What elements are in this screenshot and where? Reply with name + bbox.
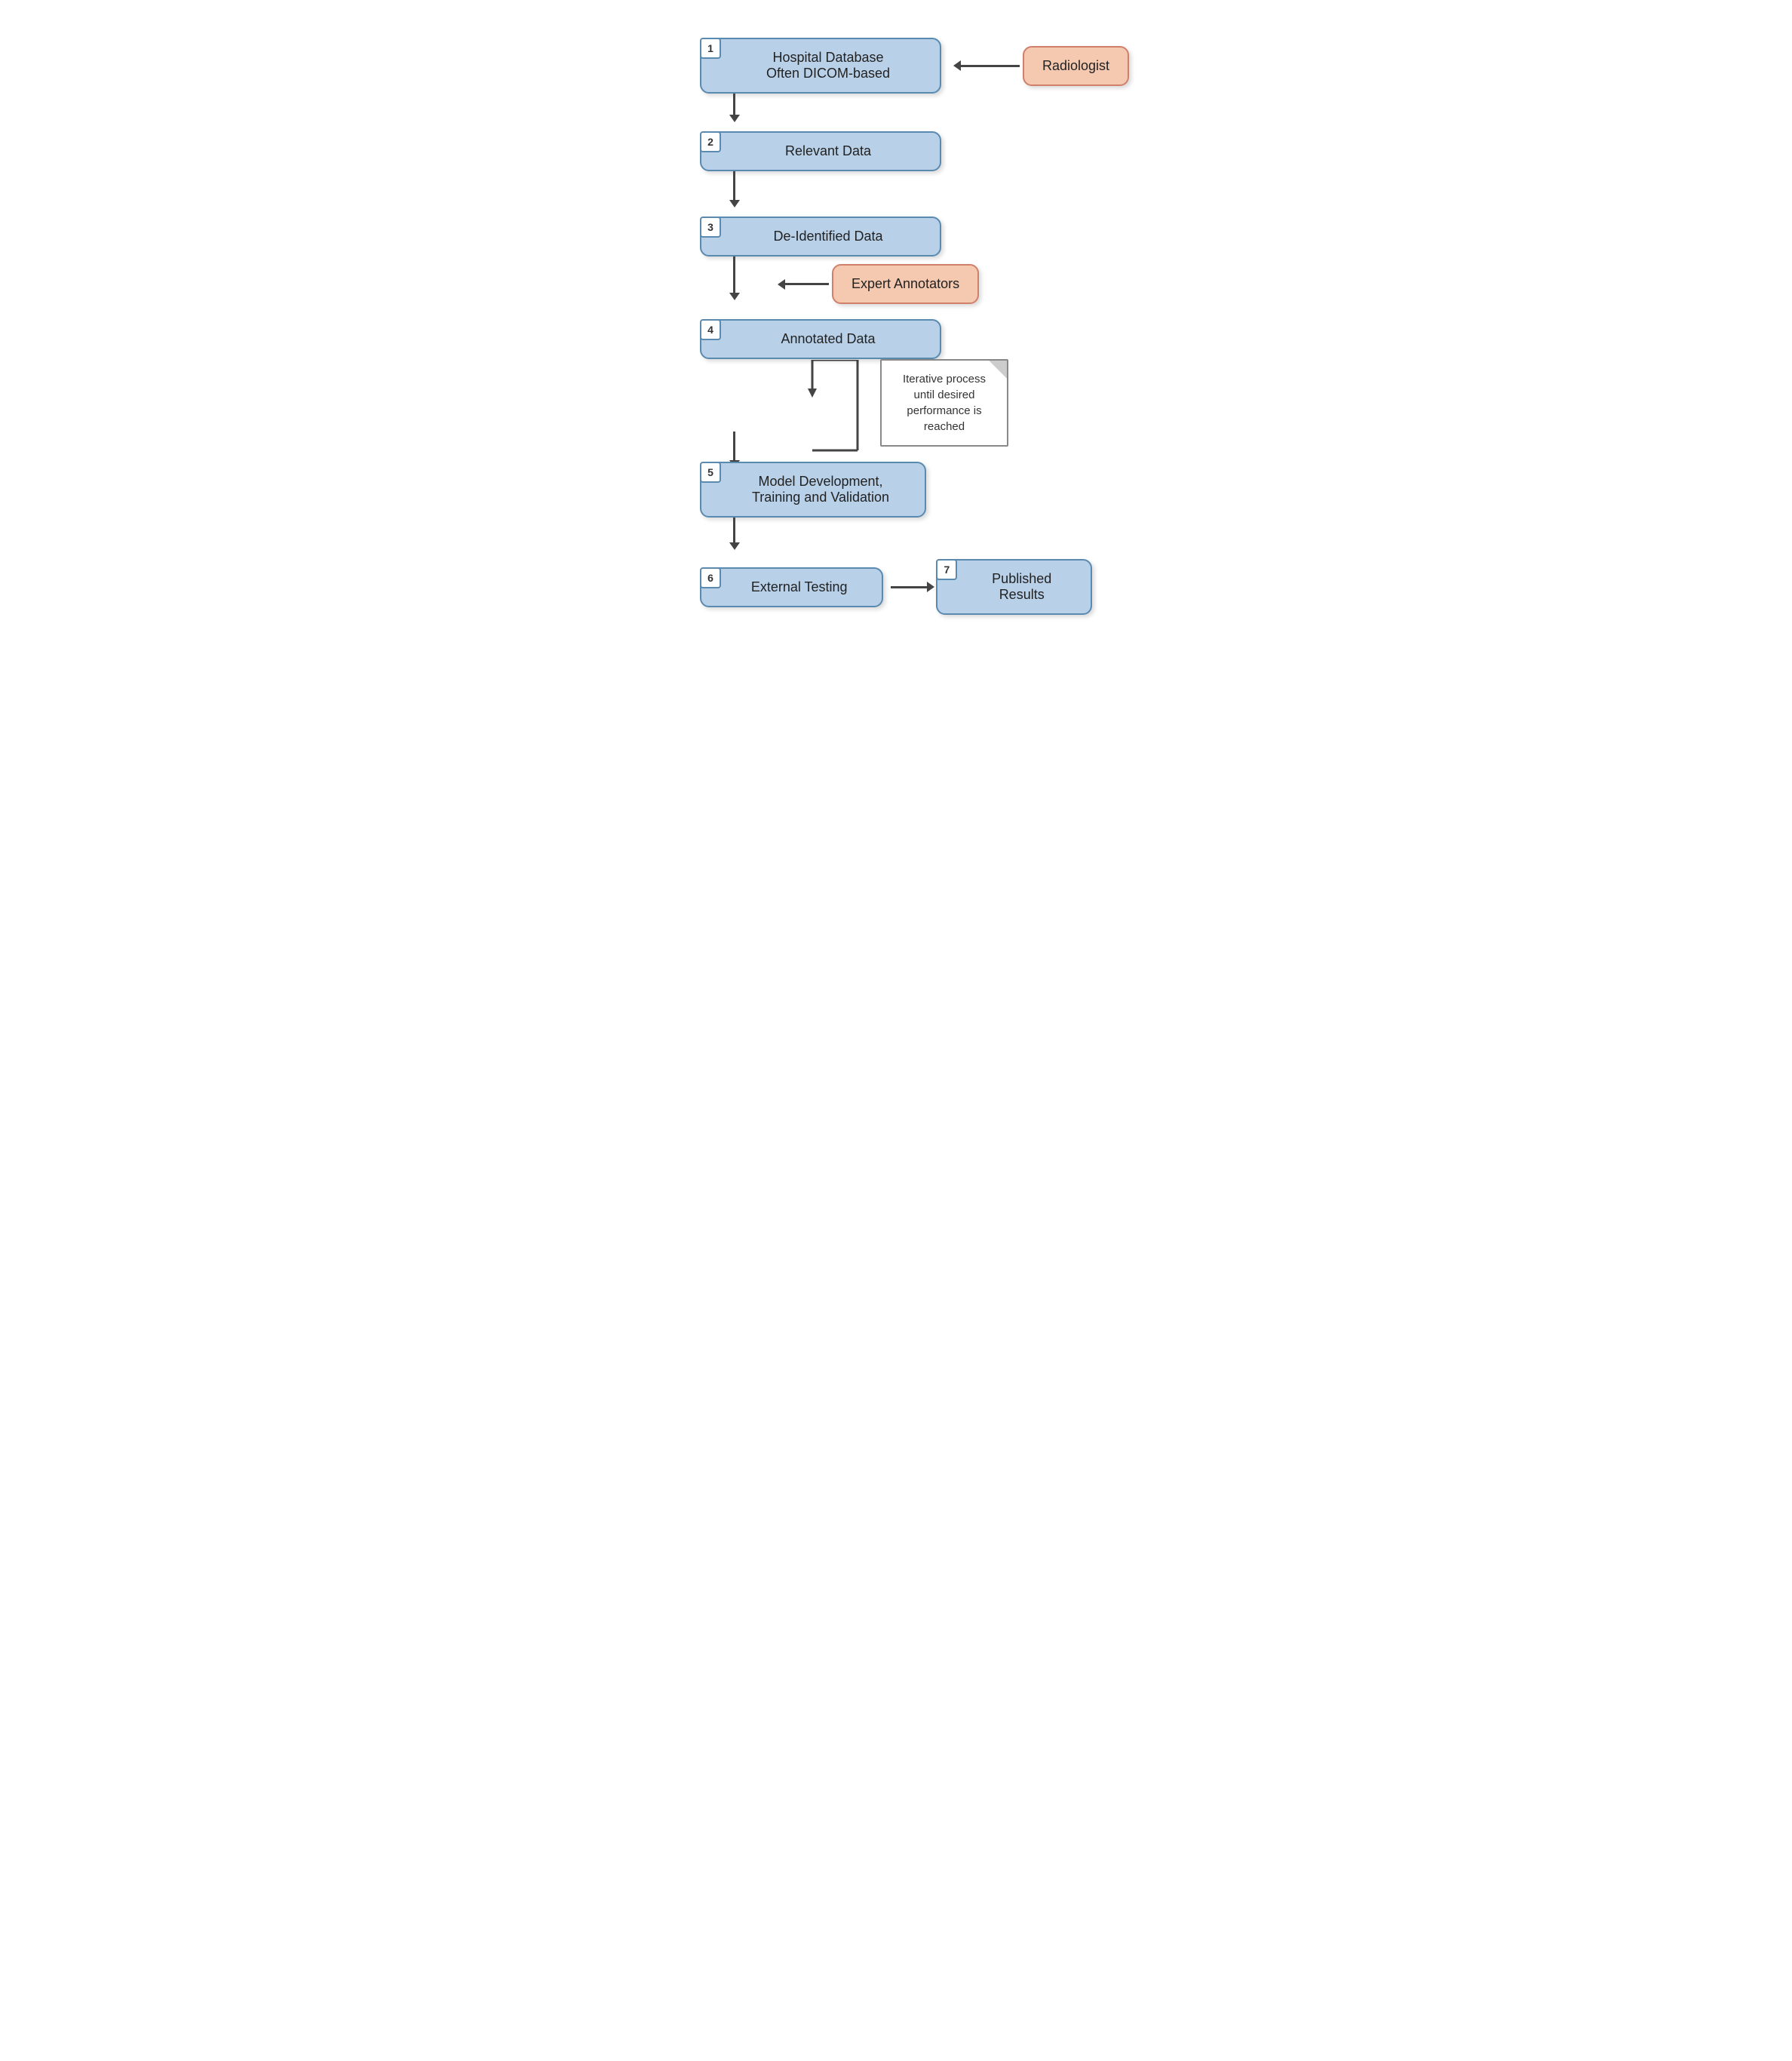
step1-row: 1 Hospital DatabaseOften DICOM-based Rad… [700, 38, 1092, 94]
step6-badge: 6 [700, 567, 721, 588]
arrow2-3 [700, 171, 1092, 201]
step1-label: Hospital DatabaseOften DICOM-based [720, 50, 922, 81]
radiologist-arrow [959, 65, 1020, 67]
loop-svg-container [752, 360, 873, 462]
loop-arrow-svg [752, 360, 873, 458]
main-down-arrow-col [700, 432, 735, 462]
iterative-note-text: Iterative process until desired performa… [903, 373, 986, 433]
radiologist-box: Radiologist [1023, 46, 1129, 86]
iterative-note-box: Iterative process until desired performa… [880, 359, 1008, 447]
step5-box: 5 Model Development,Training and Validat… [700, 462, 926, 518]
step3-box: 3 De-Identified Data [700, 217, 941, 256]
step1-badge: 1 [700, 38, 721, 59]
arrow6-7 [891, 586, 928, 588]
step7-label: Published Results [956, 571, 1072, 603]
step2-col: 2 Relevant Data [700, 131, 941, 171]
arrow1-2 [700, 94, 1092, 116]
step3-col: 3 De-Identified Data [700, 217, 941, 256]
radiologist-label: Radiologist [1042, 58, 1109, 73]
step4-label: Annotated Data [720, 331, 922, 347]
step2-badge: 2 [700, 131, 721, 152]
bottom-row: 6 External Testing 7 Published Results [700, 559, 1092, 615]
step4-badge: 4 [700, 319, 721, 340]
annotators-label: Expert Annotators [852, 276, 959, 291]
annotators-box: Expert Annotators [832, 264, 979, 304]
step3-badge: 3 [700, 217, 721, 238]
step4-row: 4 Annotated Data [700, 319, 1092, 359]
annotators-arrow [784, 283, 829, 285]
step2-box: 2 Relevant Data [700, 131, 941, 171]
step2-label: Relevant Data [720, 143, 922, 159]
step4-col: 4 Annotated Data [700, 319, 941, 359]
v-arrow-1-2 [733, 94, 735, 116]
step1-box: 1 Hospital DatabaseOften DICOM-based [700, 38, 941, 94]
annotators-row: Expert Annotators [781, 264, 979, 304]
arrow5-6 [700, 518, 1092, 544]
step1-col: 1 Hospital DatabaseOften DICOM-based [700, 38, 941, 94]
v-arrow-3-4-col [700, 256, 735, 294]
step5-badge: 5 [700, 462, 721, 483]
step4-box: 4 Annotated Data [700, 319, 941, 359]
iterative-note-area: Iterative process until desired performa… [880, 359, 1008, 447]
step1-right: Radiologist [956, 46, 1129, 86]
step5-row: 5 Model Development,Training and Validat… [700, 462, 1092, 518]
step6-label: External Testing [720, 579, 864, 595]
v-arrow-3-4 [733, 256, 735, 294]
v-arrow-2-3 [733, 171, 735, 201]
step2-row: 2 Relevant Data [700, 131, 1092, 171]
v-arrow-5-6 [733, 518, 735, 544]
v-arrow-4-5 [733, 432, 735, 462]
step3-label: De-Identified Data [720, 229, 922, 244]
radiologist-row: Radiologist [956, 46, 1129, 86]
arrow4-5-area: Iterative process until desired performa… [700, 359, 1092, 462]
step3-row: 3 De-Identified Data [700, 217, 1092, 256]
step7-box: 7 Published Results [936, 559, 1092, 615]
step7-badge: 7 [936, 559, 957, 580]
diagram-container: 1 Hospital DatabaseOften DICOM-based Rad… [685, 23, 1107, 637]
arrow3-4-area: Expert Annotators [700, 256, 1092, 304]
step5-label: Model Development,Training and Validatio… [720, 474, 907, 505]
step6-box: 6 External Testing [700, 567, 883, 607]
